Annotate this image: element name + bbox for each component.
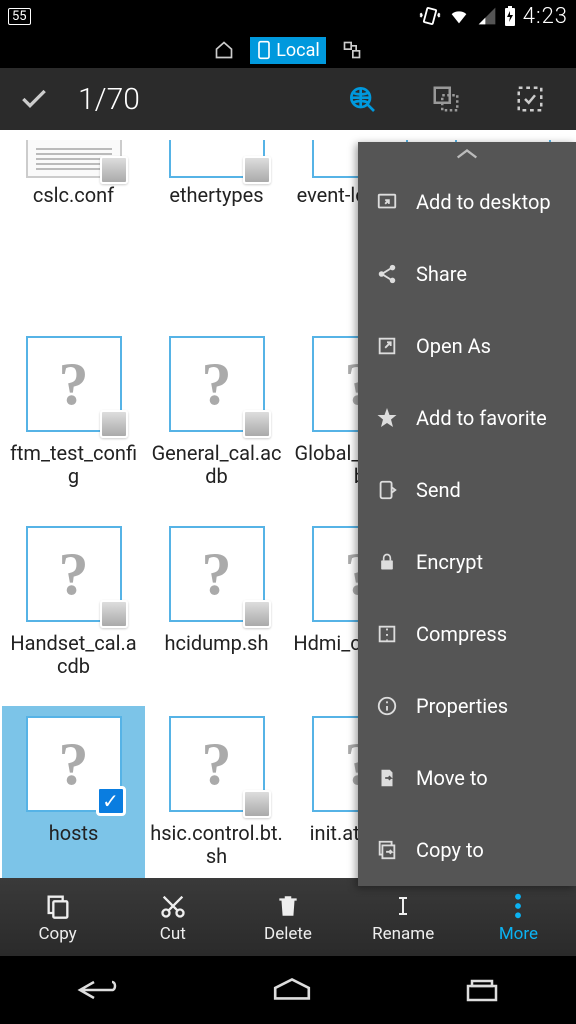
selection-count: 1/70: [78, 82, 140, 117]
file-badge: [243, 600, 271, 628]
selection-header: 1/70: [0, 68, 576, 130]
menu-label: Properties: [416, 694, 508, 718]
file-item[interactable]: ? hcidump.sh: [145, 516, 288, 706]
home-button[interactable]: [271, 977, 313, 1003]
menu-collapse[interactable]: [358, 142, 576, 166]
battery-icon: [503, 5, 517, 27]
file-item[interactable]: ethertypes: [145, 136, 288, 326]
file-thumbnail: ?: [169, 526, 265, 622]
battery-level: 55: [8, 8, 31, 25]
copy-button[interactable]: Copy: [0, 878, 115, 956]
select-all-icon[interactable]: [502, 84, 558, 114]
file-thumbnail: ?: [169, 716, 265, 812]
menu-item-star[interactable]: Add to favorite: [358, 382, 576, 454]
menu-label: Move to: [416, 766, 488, 790]
signal-icon: [477, 6, 497, 26]
file-badge: [243, 410, 271, 438]
menu-label: Encrypt: [416, 550, 483, 574]
file-thumbnail: ?✓: [26, 716, 122, 812]
file-name: hsic.control.bt.sh: [149, 822, 284, 868]
info-icon: [374, 693, 400, 719]
menu-item-send[interactable]: Send: [358, 454, 576, 526]
menu-label: Open As: [416, 334, 491, 358]
file-name: ftm_test_config: [6, 442, 141, 488]
file-thumbnail: [26, 140, 122, 178]
location-bar: Local: [0, 32, 576, 68]
copyto-icon: [374, 837, 400, 863]
copy-icon: [44, 890, 72, 922]
menu-item-open[interactable]: Open As: [358, 310, 576, 382]
file-thumbnail: ?: [169, 336, 265, 432]
trash-icon: [275, 890, 301, 922]
selected-badge: ✓: [96, 786, 126, 816]
file-thumbnail: ?: [26, 336, 122, 432]
wifi-icon: [447, 5, 471, 27]
network-tab[interactable]: [336, 37, 368, 63]
menu-label: Share: [416, 262, 467, 286]
clock: 4:23: [523, 4, 568, 29]
cut-icon: [159, 890, 187, 922]
recent-button[interactable]: [464, 977, 500, 1003]
file-thumbnail: [169, 140, 265, 178]
file-item[interactable]: ?✓ hosts: [2, 706, 145, 884]
desktop-icon: [374, 189, 400, 215]
file-name: hcidump.sh: [164, 632, 268, 655]
file-item[interactable]: cslc.conf: [2, 136, 145, 326]
open-icon: [374, 333, 400, 359]
menu-label: Add to favorite: [416, 406, 547, 430]
action-toolbar: Copy Cut Delete Rename More: [0, 878, 576, 956]
android-nav-bar: [0, 956, 576, 1024]
menu-item-share[interactable]: Share: [358, 238, 576, 310]
file-item[interactable]: ? General_cal.acdb: [145, 326, 288, 516]
file-badge: [243, 790, 271, 818]
lock-icon: [374, 549, 400, 575]
rename-icon: [391, 890, 415, 922]
menu-label: Add to desktop: [416, 190, 551, 214]
file-name: General_cal.acdb: [149, 442, 284, 488]
file-item[interactable]: ? ftm_test_config: [2, 326, 145, 516]
send-icon: [374, 477, 400, 503]
file-item[interactable]: ? hsic.control.bt.sh: [145, 706, 288, 884]
file-name: Handset_cal.acdb: [6, 632, 141, 678]
menu-item-lock[interactable]: Encrypt: [358, 526, 576, 598]
menu-label: Compress: [416, 622, 507, 646]
more-button[interactable]: More: [461, 878, 576, 956]
context-menu: Add to desktop Share Open As Add to favorit…: [358, 142, 576, 886]
file-item[interactable]: ? Handset_cal.acdb: [2, 516, 145, 706]
local-label: Local: [276, 40, 320, 61]
rename-button[interactable]: Rename: [346, 878, 461, 956]
file-badge: [243, 156, 271, 184]
file-badge: [100, 156, 128, 184]
confirm-button[interactable]: [18, 83, 50, 115]
delete-button[interactable]: Delete: [230, 878, 345, 956]
compress-icon: [374, 621, 400, 647]
file-name: cslc.conf: [33, 184, 114, 207]
menu-item-info[interactable]: Properties: [358, 670, 576, 742]
share-icon: [374, 261, 400, 287]
menu-item-compress[interactable]: Compress: [358, 598, 576, 670]
more-icon: [513, 890, 523, 922]
menu-label: Send: [416, 478, 461, 502]
menu-item-move[interactable]: Move to: [358, 742, 576, 814]
status-bar: 55 4:23: [0, 0, 576, 32]
window-icon[interactable]: [418, 84, 474, 114]
file-name: ethertypes: [169, 184, 263, 207]
local-tab[interactable]: Local: [250, 37, 326, 64]
menu-label: Copy to: [416, 838, 484, 862]
file-badge: [100, 410, 128, 438]
file-name: hosts: [49, 822, 99, 845]
back-button[interactable]: [76, 975, 120, 1005]
menu-item-copyto[interactable]: Copy to: [358, 814, 576, 886]
home-tab[interactable]: [208, 37, 240, 63]
menu-item-desktop[interactable]: Add to desktop: [358, 166, 576, 238]
file-thumbnail: ?: [26, 526, 122, 622]
file-badge: [100, 600, 128, 628]
cut-button[interactable]: Cut: [115, 878, 230, 956]
star-icon: [374, 405, 400, 431]
vibrate-icon: [419, 5, 441, 27]
move-icon: [374, 765, 400, 791]
search-web-icon[interactable]: [334, 83, 390, 115]
